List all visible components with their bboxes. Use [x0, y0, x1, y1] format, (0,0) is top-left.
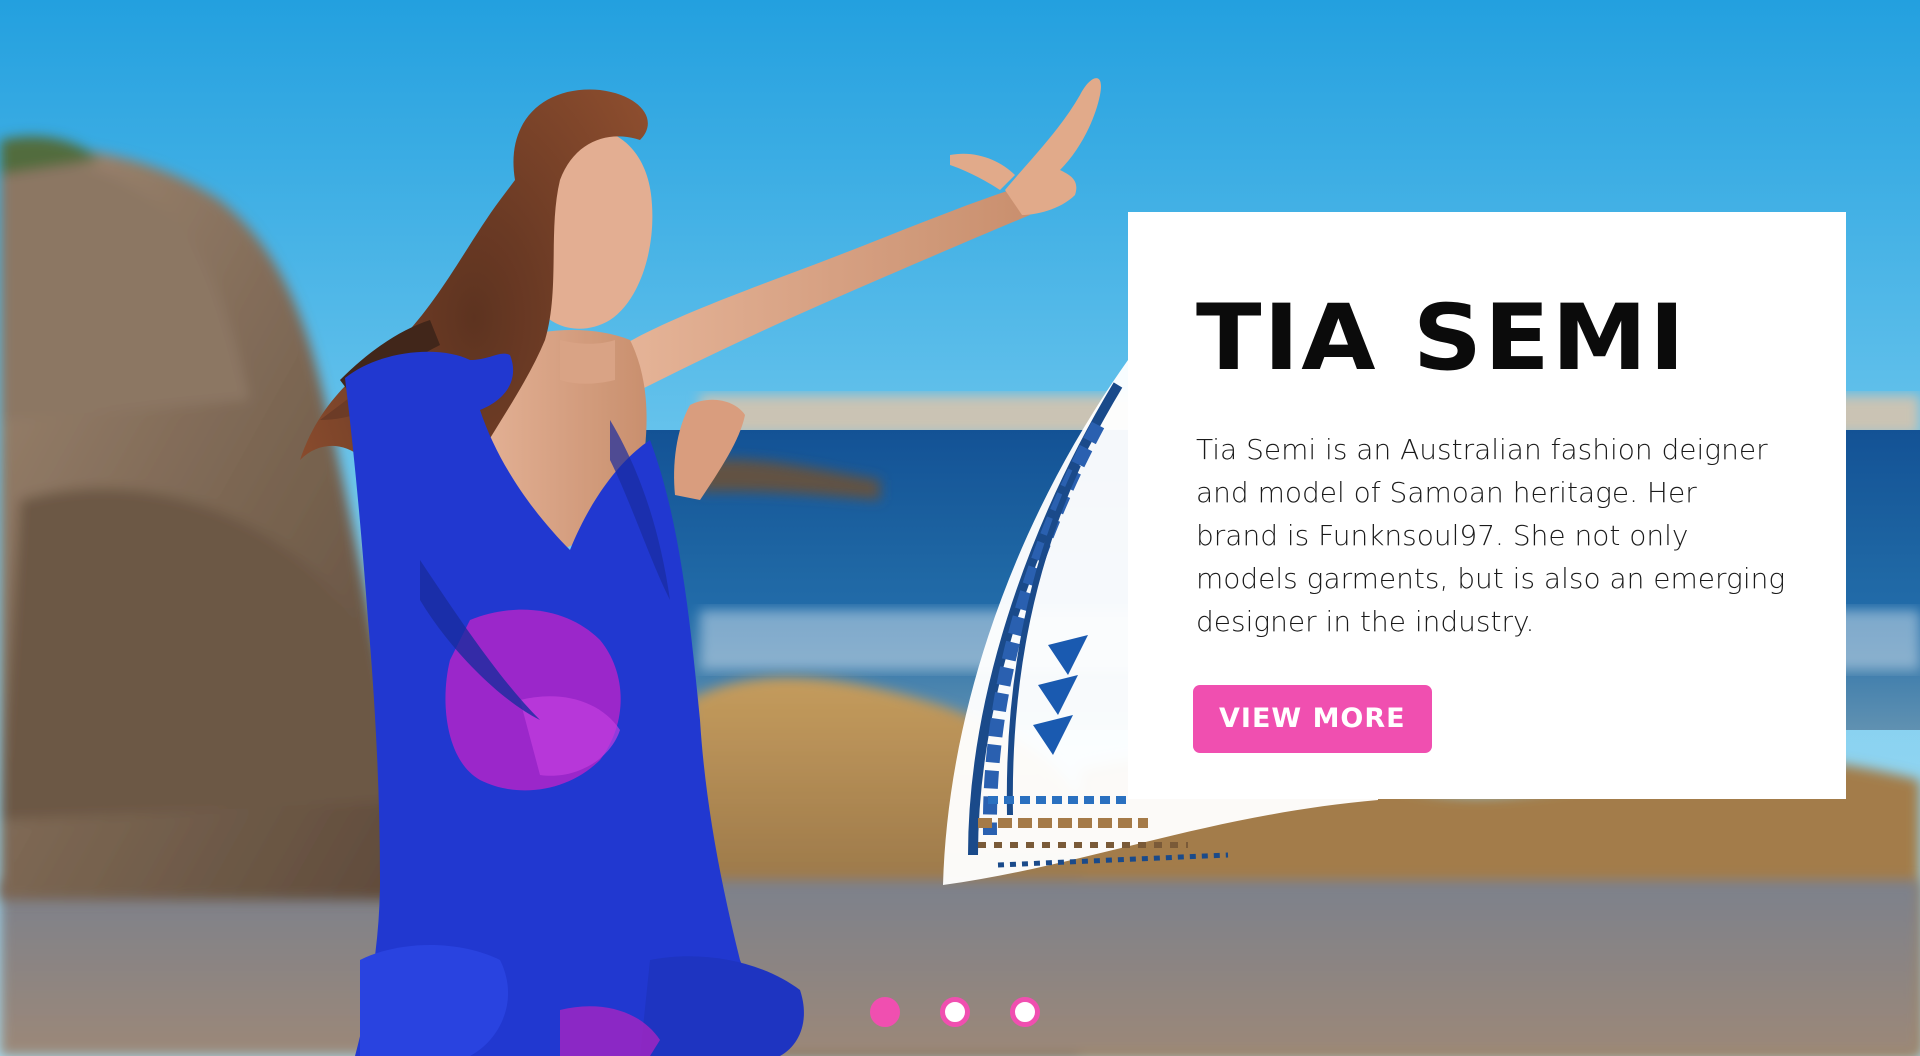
- carousel-dot-1[interactable]: [870, 997, 900, 1027]
- view-more-button[interactable]: VIEW MORE: [1193, 685, 1432, 753]
- carousel-dot-3[interactable]: [1010, 997, 1040, 1027]
- hero-description: Tia Semi is an Australian fashion deigne…: [1196, 433, 1786, 638]
- hero-info-card: TIA SEMI Tia Semi is an Australian fashi…: [1128, 212, 1846, 799]
- carousel-pagination: [870, 997, 1040, 1027]
- hero-title: TIA SEMI: [1196, 284, 1687, 391]
- carousel-dot-2[interactable]: [940, 997, 970, 1027]
- hero-slider: TIA SEMI Tia Semi is an Australian fashi…: [0, 0, 1920, 1056]
